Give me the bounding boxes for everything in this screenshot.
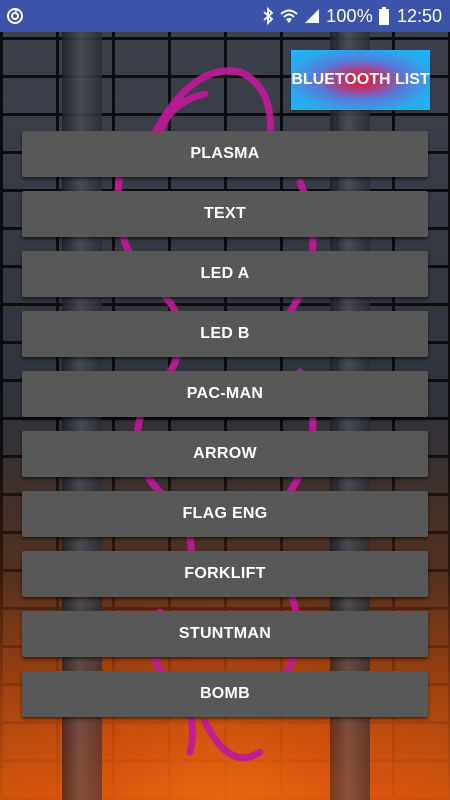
bomb-button[interactable]: BOMB (22, 671, 428, 717)
plasma-button[interactable]: PLASMA (22, 131, 428, 177)
bluetooth-list-button[interactable]: BLUETOOTH LIST (291, 50, 430, 110)
led-a-button[interactable]: LED A (22, 251, 428, 297)
battery-percent: 100% (326, 5, 373, 26)
stuntman-button[interactable]: STUNTMAN (22, 611, 428, 657)
status-bar: 100% 12:50 (0, 0, 450, 32)
arrow-button[interactable]: ARROW (22, 431, 428, 477)
signal-icon (304, 8, 320, 24)
forklift-button[interactable]: FORKLIFT (22, 551, 428, 597)
status-icons: 100% 12:50 (262, 0, 442, 32)
text-button[interactable]: TEXT (22, 191, 428, 237)
sync-icon (6, 7, 24, 25)
led-b-button[interactable]: LED B (22, 311, 428, 357)
clock: 12:50 (396, 5, 442, 26)
effects-menu: PLASMA TEXT LED A LED B PAC-MAN ARROW FL… (22, 131, 428, 731)
wifi-icon (280, 8, 298, 24)
bluetooth-icon (262, 7, 274, 25)
pac-man-button[interactable]: PAC-MAN (22, 371, 428, 417)
flag-eng-button[interactable]: FLAG ENG (22, 491, 428, 537)
battery-icon (378, 7, 389, 25)
